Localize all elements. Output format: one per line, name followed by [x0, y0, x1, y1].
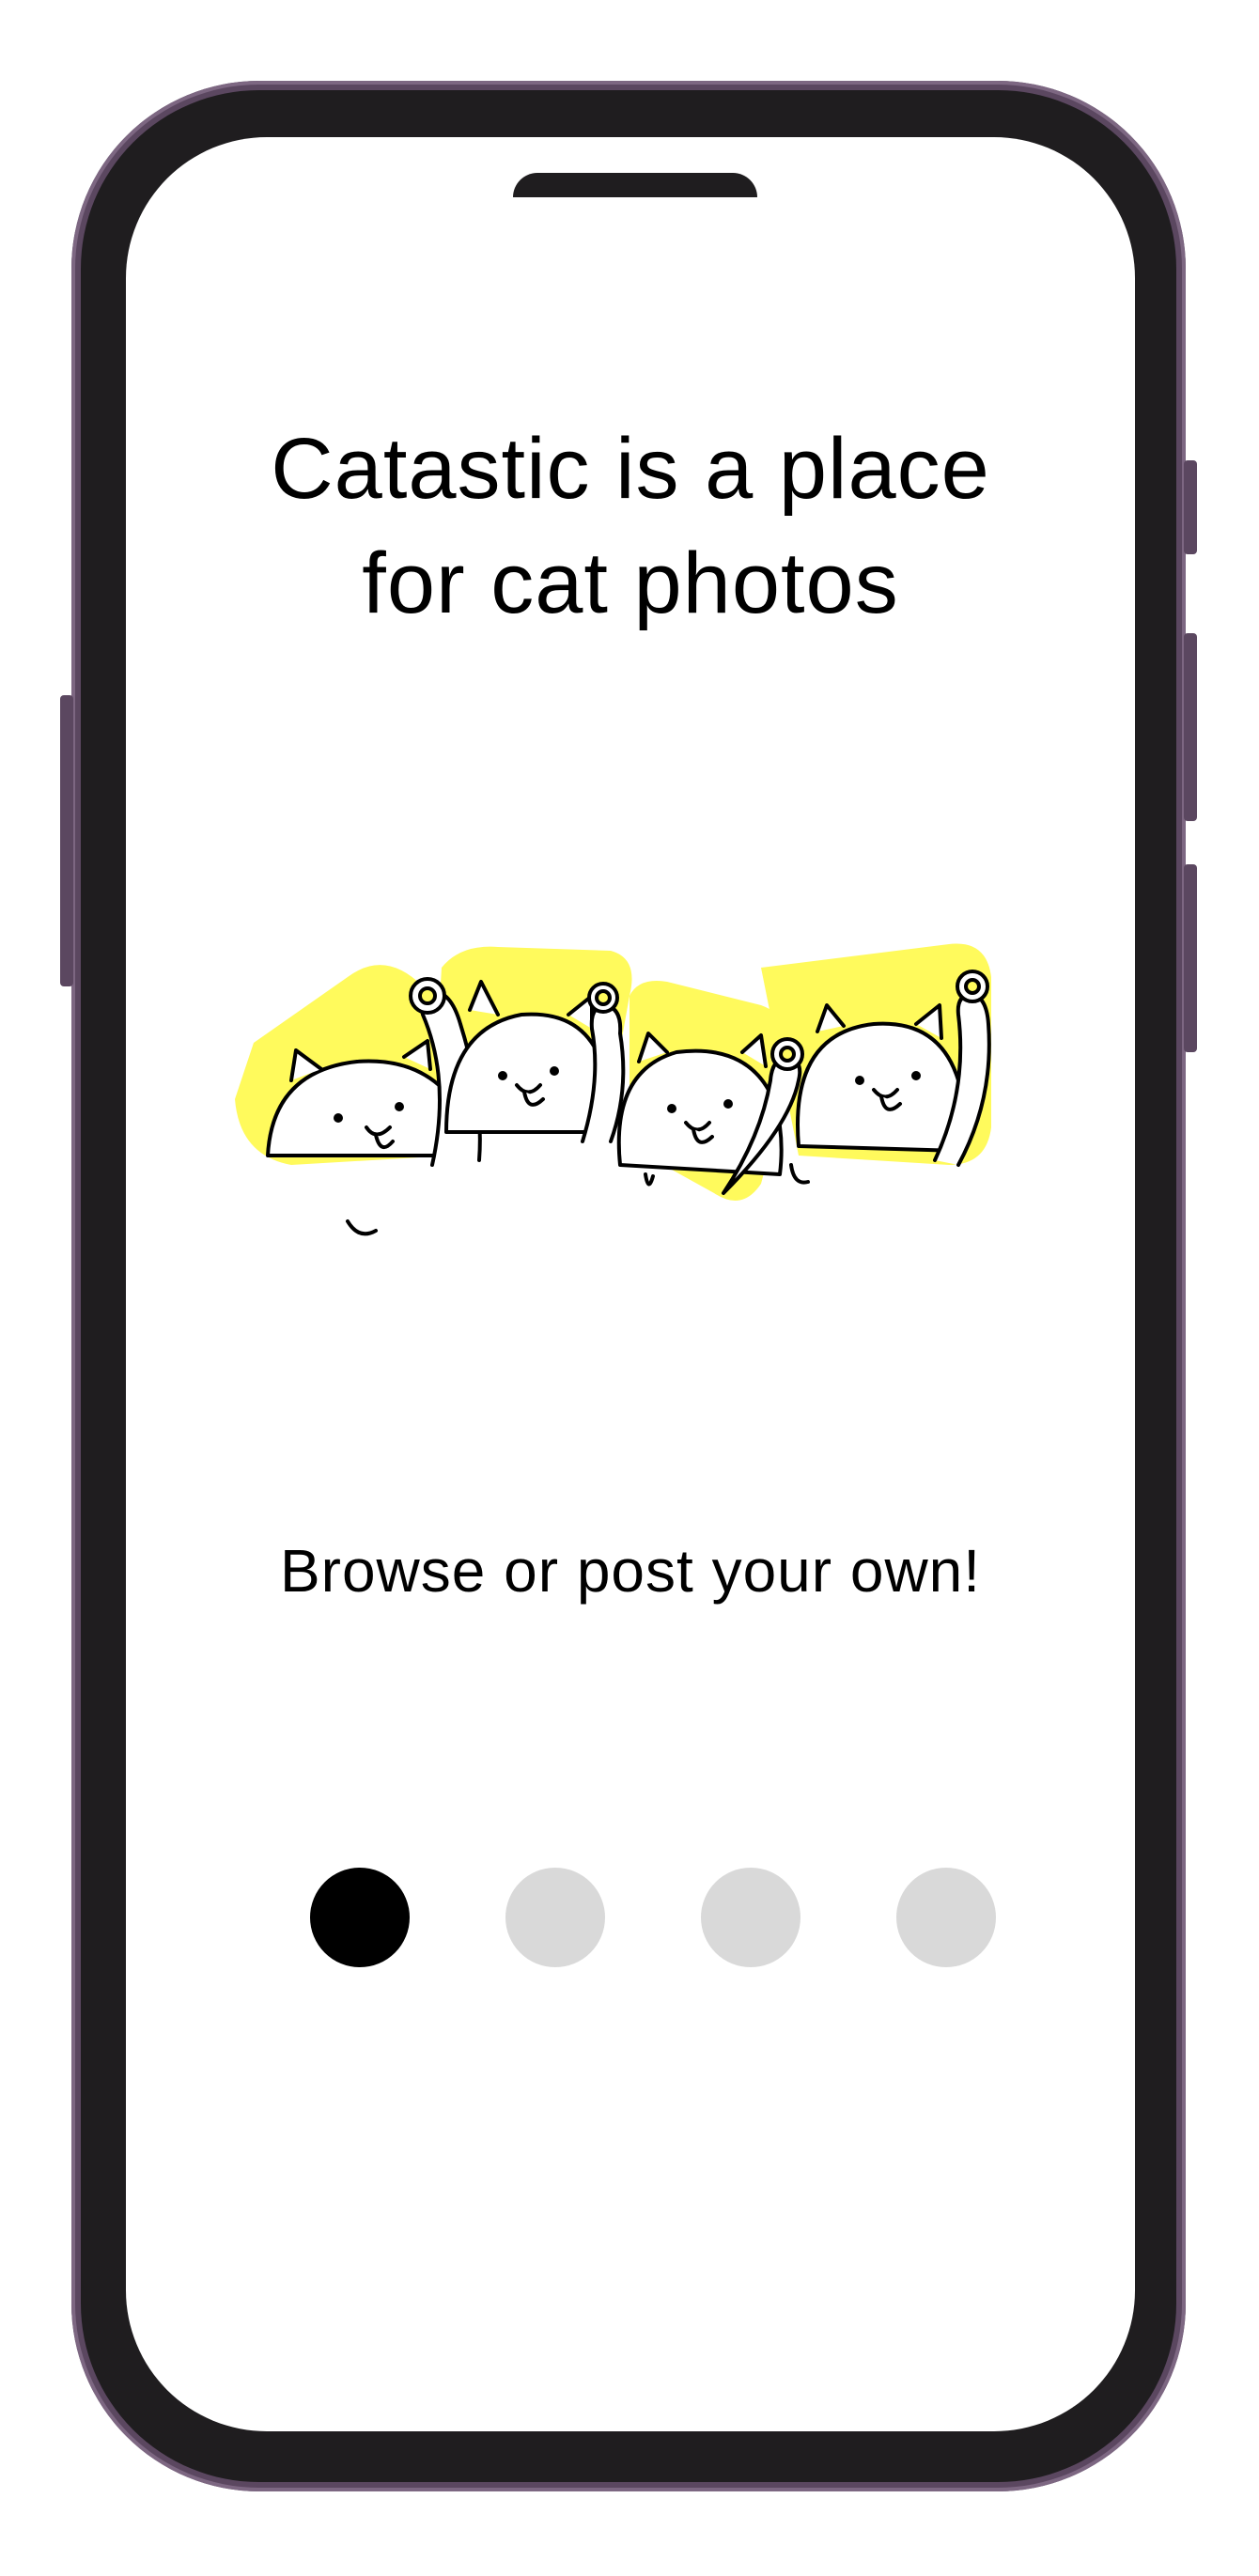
mute-switch [60, 695, 73, 986]
onboarding-title: Catastic is a place for cat photos [126, 411, 1135, 641]
speaker-notch [513, 173, 757, 197]
volume-up-button [1184, 633, 1197, 821]
onboarding-subtitle: Browse or post your own! [279, 1537, 982, 1605]
volume-down-button [1184, 864, 1197, 1052]
title-line-2: for cat photos [362, 535, 899, 631]
page-dot-3[interactable] [701, 1868, 800, 1967]
cat-3 [616, 1032, 810, 1195]
page-dot-2[interactable] [505, 1868, 605, 1967]
cats-waving-icon [235, 943, 991, 1236]
page-indicator [310, 1868, 1002, 1969]
page-dot-4[interactable] [896, 1868, 996, 1967]
app-canvas: Catastic is a place for cat photos Brows… [0, 0, 1259, 2576]
title-line-1: Catastic is a place [271, 421, 990, 517]
power-button-upper [1184, 460, 1197, 554]
page-dot-1[interactable] [310, 1868, 410, 1967]
